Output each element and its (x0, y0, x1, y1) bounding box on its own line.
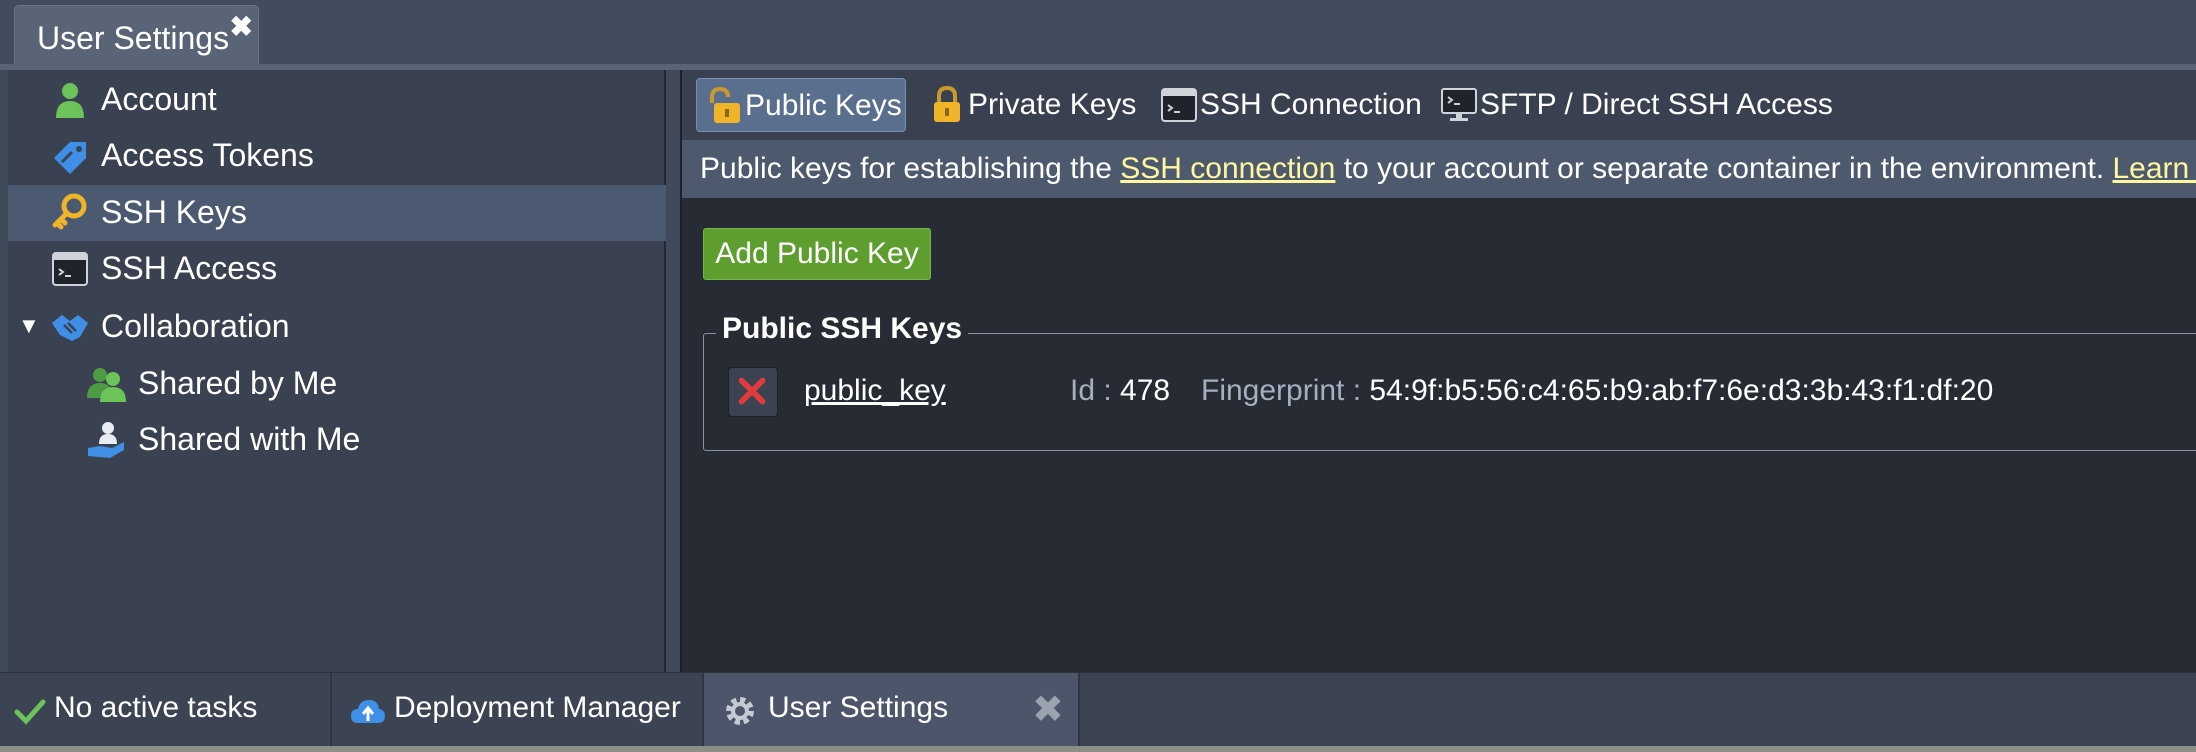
panel-splitter[interactable] (666, 70, 680, 672)
task-deployment-manager[interactable]: Deployment Manager (332, 673, 704, 747)
tab-label: SSH Connection (1200, 88, 1422, 121)
checkmark-icon (14, 699, 46, 725)
info-text-after: to your account or separate container in… (1335, 152, 2113, 185)
task-bar: No active tasks Deployment Manager User … (0, 672, 2196, 747)
tab-sftp-direct-ssh-access[interactable]: SFTP / Direct SSH Access (1432, 78, 1833, 132)
window-tab-title: User Settings (37, 20, 230, 56)
tab-label: Private Keys (968, 88, 1137, 121)
tab-label: Public Keys (745, 89, 902, 122)
sidebar-item-label: SSH Access (101, 250, 278, 286)
public-ssh-keys-group: Public SSH Keys public_key Id : 478 Fing… (703, 312, 2196, 451)
ssh-connection-link[interactable]: SSH connection (1120, 152, 1335, 185)
task-label: Deployment Manager (394, 691, 681, 724)
monitor-terminal-icon (1441, 88, 1477, 121)
unlocked-padlock-icon (710, 87, 740, 123)
window-tab-user-settings[interactable]: User Settings ✖ (14, 5, 259, 66)
sidebar-item-access-tokens[interactable]: Access Tokens (8, 128, 666, 184)
fingerprint-value: 54:9f:b5:56:c4:65:b9:ab:f7:6e:d3:3b:43:f… (1369, 374, 1994, 407)
key-id: Id : 478 (1070, 374, 1170, 408)
learn-more-link[interactable]: Learn More (2113, 152, 2196, 185)
task-label: User Settings (768, 691, 949, 724)
key-fingerprint: Fingerprint : 54:9f:b5:56:c4:65:b9:ab:f7… (1201, 374, 1993, 408)
sidebar-item-ssh-access[interactable]: SSH Access (8, 241, 666, 297)
sidebar-item-label: Shared with Me (138, 421, 361, 457)
gear-icon (726, 697, 754, 725)
sidebar-item-shared-with-me[interactable]: Shared with Me (8, 412, 666, 468)
info-text-before: Public keys for establishing the (700, 152, 1121, 185)
tab-private-keys[interactable]: Private Keys (920, 78, 1136, 132)
terminal-icon (52, 252, 88, 286)
info-banner: Public keys for establishing the SSH con… (682, 140, 2196, 198)
sidebar-item-label: SSH Keys (101, 194, 247, 230)
tab-public-keys[interactable]: Public Keys (696, 78, 906, 132)
tag-icon (54, 142, 86, 174)
sidebar-item-label: Account (101, 81, 217, 117)
padlock-icon (934, 86, 960, 122)
ssh-keys-tabs: Public Keys Private Keys SSH Connection (682, 70, 2196, 140)
delete-x-icon (738, 377, 766, 405)
hand-user-icon (88, 422, 124, 458)
desktop-edge (0, 746, 2196, 752)
task-status-label: No active tasks (54, 691, 258, 724)
user-icon (56, 83, 84, 118)
tab-label: SFTP / Direct SSH Access (1480, 88, 1833, 121)
task-status[interactable]: No active tasks (0, 673, 332, 747)
users-icon (87, 368, 126, 402)
sidebar-item-shared-by-me[interactable]: Shared by Me (8, 356, 666, 412)
cloud-upload-icon (351, 700, 385, 723)
settings-sidebar: Account Access Tokens SSH Keys SSH Acces… (8, 70, 666, 672)
task-user-settings[interactable]: User Settings ✖ (704, 673, 1080, 747)
terminal-icon (1161, 88, 1197, 122)
handshake-icon (52, 315, 88, 341)
window-tab-bar: User Settings ✖ (0, 0, 2196, 66)
delete-key-button[interactable] (728, 367, 778, 417)
sidebar-item-account[interactable]: Account (8, 72, 666, 128)
close-icon[interactable]: ✖ (1032, 687, 1064, 732)
ssh-keys-panel: Public Keys Private Keys SSH Connection (680, 70, 2196, 672)
expand-arrow-icon[interactable]: ▼ (18, 313, 40, 339)
key-name-link[interactable]: public_key (804, 374, 946, 408)
tab-ssh-connection[interactable]: SSH Connection (1152, 78, 1422, 132)
sidebar-item-label: Access Tokens (101, 137, 314, 173)
section-title: Public SSH Keys (716, 312, 969, 346)
sidebar-item-label: Collaboration (101, 308, 290, 344)
sidebar-item-ssh-keys[interactable]: SSH Keys (8, 185, 666, 241)
key-id-label: Id : (1070, 374, 1112, 407)
close-icon[interactable]: ✖ (230, 13, 253, 41)
fingerprint-label: Fingerprint : (1201, 374, 1362, 407)
sidebar-item-collaboration[interactable]: ▼ Collaboration (8, 299, 666, 355)
sidebar-item-label: Shared by Me (138, 365, 338, 401)
add-public-key-button[interactable]: Add Public Key (703, 228, 931, 280)
key-id-value: 478 (1120, 374, 1171, 407)
key-icon (52, 193, 87, 230)
